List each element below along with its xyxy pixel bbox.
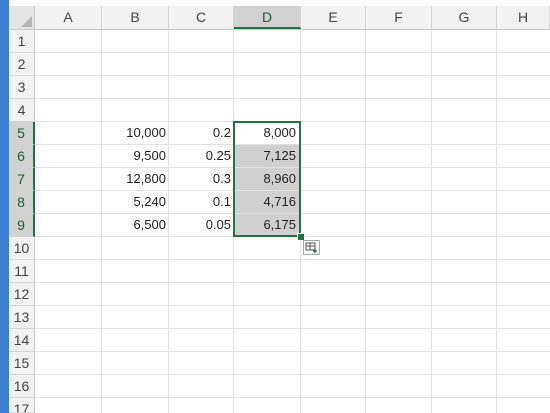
cell-b9[interactable]: 6,500 (102, 214, 168, 236)
gridline (35, 282, 550, 283)
select-all-button[interactable] (9, 6, 35, 30)
column-header-d[interactable]: D (234, 6, 301, 29)
cell-b5[interactable]: 10,000 (102, 122, 168, 144)
row-header-5[interactable]: 5 (9, 122, 35, 145)
gridline (35, 75, 550, 76)
gridline (300, 30, 301, 413)
row-header-6[interactable]: 6 (9, 145, 35, 168)
row-header-11[interactable]: 11 (9, 260, 35, 283)
row-header-17[interactable]: 17 (9, 398, 35, 413)
row-header-16[interactable]: 16 (9, 375, 35, 398)
cell-c9[interactable]: 0.05 (169, 214, 233, 236)
column-header-f[interactable]: F (366, 6, 432, 29)
row-header-3[interactable]: 3 (9, 76, 35, 99)
select-all-icon (21, 16, 32, 27)
gridline (35, 351, 550, 352)
gridline (35, 98, 550, 99)
gridline (365, 30, 366, 413)
gridline (35, 259, 550, 260)
row-header-14[interactable]: 14 (9, 329, 35, 352)
row-header-8[interactable]: 8 (9, 191, 35, 214)
gridline (35, 236, 550, 237)
gridline (35, 52, 550, 53)
quick-analysis-icon (305, 242, 317, 253)
cell-b7[interactable]: 12,800 (102, 168, 168, 190)
column-header-b[interactable]: B (102, 6, 169, 29)
row-header-13[interactable]: 13 (9, 306, 35, 329)
gridline (35, 397, 550, 398)
cell-d8[interactable]: 4,716 (234, 191, 298, 213)
gridline (496, 30, 497, 413)
row-header-4[interactable]: 4 (9, 99, 35, 122)
cell-c8[interactable]: 0.1 (169, 191, 233, 213)
quick-analysis-button[interactable] (303, 240, 320, 255)
cell-d9[interactable]: 6,175 (234, 214, 298, 236)
row-header-15[interactable]: 15 (9, 352, 35, 375)
gridline (35, 328, 550, 329)
cell-d6[interactable]: 7,125 (234, 145, 298, 167)
column-header-g[interactable]: G (432, 6, 497, 29)
cell-d7[interactable]: 8,960 (234, 168, 298, 190)
cell-d5[interactable]: 8,000 (234, 122, 298, 144)
window-edge (0, 0, 9, 413)
gridline (35, 305, 550, 306)
row-header-10[interactable]: 10 (9, 237, 35, 260)
cell-c5[interactable]: 0.2 (169, 122, 233, 144)
column-header-c[interactable]: C (169, 6, 234, 29)
column-header-e[interactable]: E (301, 6, 366, 29)
column-header-bar: A B C D E F G H (35, 6, 550, 30)
row-header-12[interactable]: 12 (9, 283, 35, 306)
row-header-2[interactable]: 2 (9, 53, 35, 76)
row-header-7[interactable]: 7 (9, 168, 35, 191)
cell-b6[interactable]: 9,500 (102, 145, 168, 167)
column-header-a[interactable]: A (35, 6, 102, 29)
cell-c6[interactable]: 0.25 (169, 145, 233, 167)
gridline (431, 30, 432, 413)
cell-b8[interactable]: 5,240 (102, 191, 168, 213)
cell-c7[interactable]: 0.3 (169, 168, 233, 190)
gridline (35, 374, 550, 375)
row-header-1[interactable]: 1 (9, 30, 35, 53)
column-header-h[interactable]: H (497, 6, 550, 29)
row-header-9[interactable]: 9 (9, 214, 35, 237)
